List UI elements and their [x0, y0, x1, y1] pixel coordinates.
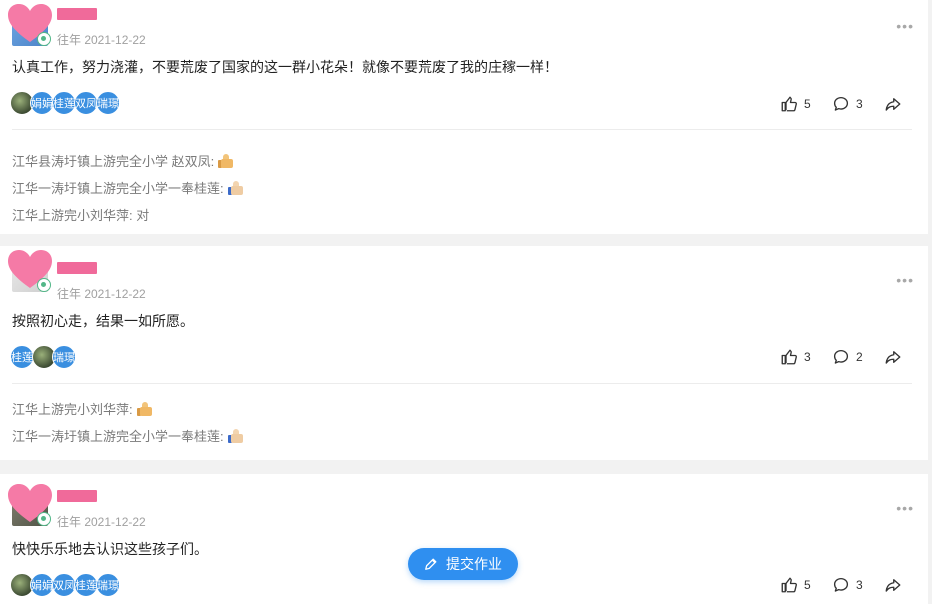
post-date: 往年 2021-12-22: [57, 515, 146, 529]
comment-text: 江华上游完小刘华萍:: [12, 402, 133, 417]
verified-badge-icon: [37, 32, 51, 46]
comment-bubble-icon: [833, 96, 849, 111]
post-actions: 3 2: [760, 347, 908, 367]
comment-text: 江华县涛圩镇上游完全小学 赵双凤:: [12, 154, 215, 169]
author-name-masked: [57, 490, 97, 502]
verified-badge-icon: [37, 278, 51, 292]
comment-bubble-icon: [833, 577, 849, 592]
author-name-masked: [57, 8, 97, 20]
liker-avatar[interactable]: 瑞璟: [96, 573, 120, 597]
comment-button[interactable]: 2: [832, 348, 864, 366]
comment-button[interactable]: 3: [832, 95, 864, 113]
post-card: 往年 2021-12-22 ••• 快快乐乐地去认识这些孩子们。 娟娟 双凤 桂…: [0, 474, 928, 604]
verified-badge-icon: [37, 512, 51, 526]
post-actions: 5 3: [760, 575, 908, 595]
avatar[interactable]: [8, 484, 52, 526]
comment-item[interactable]: 江华上游完小刘华萍:: [12, 395, 244, 422]
like-count: 5: [804, 97, 811, 111]
avatar[interactable]: [8, 4, 52, 46]
post-date: 往年 2021-12-22: [57, 33, 146, 47]
post-content: 快快乐乐地去认识这些孩子们。: [12, 541, 208, 557]
like-count: 3: [804, 350, 811, 364]
thumbs-up-emoji-icon: [218, 153, 234, 168]
liker-avatar[interactable]: 娟娟: [30, 573, 54, 597]
share-arrow-icon: [885, 98, 901, 111]
liker-avatar[interactable]: 瑞璟: [52, 345, 76, 369]
liker-avatar[interactable]: 娟娟: [30, 91, 54, 115]
more-options-icon[interactable]: •••: [896, 272, 914, 288]
more-options-icon[interactable]: •••: [896, 18, 914, 34]
comment-count: 3: [856, 578, 863, 592]
comment-text: 江华上游完小刘华萍: 对: [12, 208, 150, 223]
comment-text: 江华一涛圩镇上游完全小学一奉桂莲:: [12, 429, 224, 444]
post-actions: 5 3: [760, 94, 908, 114]
comment-item[interactable]: 江华一涛圩镇上游完全小学一奉桂莲:: [12, 174, 244, 201]
divider: [12, 129, 912, 130]
comment-list: 江华县涛圩镇上游完全小学 赵双凤: 江华一涛圩镇上游完全小学一奉桂莲: 江华上游…: [12, 147, 244, 228]
like-button[interactable]: 5: [780, 95, 812, 113]
like-count: 5: [804, 578, 811, 592]
liker-avatar[interactable]: 桂莲: [74, 573, 98, 597]
share-button[interactable]: [884, 348, 908, 366]
liker-avatar[interactable]: 双凤: [52, 573, 76, 597]
liker-avatar[interactable]: 桂莲: [52, 91, 76, 115]
liker-avatar[interactable]: 桂莲: [10, 345, 34, 369]
share-arrow-icon: [885, 351, 901, 364]
share-button[interactable]: [884, 576, 908, 594]
comment-list: 江华上游完小刘华萍: 江华一涛圩镇上游完全小学一奉桂莲:: [12, 395, 244, 449]
share-arrow-icon: [885, 579, 901, 592]
comment-button[interactable]: 3: [832, 576, 864, 594]
comment-item[interactable]: 江华上游完小刘华萍: 对: [12, 201, 244, 228]
comment-count: 3: [856, 97, 863, 111]
thumbs-up-emoji-icon: [136, 401, 153, 416]
like-button[interactable]: 5: [780, 576, 812, 594]
thumbs-up-icon: [781, 349, 797, 365]
liker-avatar[interactable]: 瑞璟: [96, 91, 120, 115]
comment-bubble-icon: [833, 349, 849, 364]
pencil-icon: [425, 558, 437, 570]
share-button[interactable]: [884, 95, 908, 113]
thumbs-up-blue-emoji-icon: [227, 428, 244, 443]
thumbs-up-blue-emoji-icon: [227, 180, 244, 195]
submit-homework-button[interactable]: 提交作业: [408, 548, 518, 580]
comment-item[interactable]: 江华一涛圩镇上游完全小学一奉桂莲:: [12, 422, 244, 449]
like-button[interactable]: 3: [780, 348, 812, 366]
comment-text: 江华一涛圩镇上游完全小学一奉桂莲:: [12, 181, 224, 196]
post-content: 按照初心走，结果一如所愿。: [12, 313, 194, 329]
thumbs-up-icon: [781, 577, 797, 593]
more-options-icon[interactable]: •••: [896, 500, 914, 516]
post-content: 认真工作，努力浇灌，不要荒废了国家的这一群小花朵！就像不要荒废了我的庄稼一样！: [12, 59, 558, 75]
thumbs-up-icon: [781, 96, 797, 112]
submit-homework-label: 提交作业: [446, 556, 502, 572]
divider: [12, 383, 912, 384]
comment-item[interactable]: 江华县涛圩镇上游完全小学 赵双凤:: [12, 147, 244, 174]
avatar[interactable]: [8, 250, 52, 292]
comment-count: 2: [856, 350, 863, 364]
liker-avatar[interactable]: 双凤: [74, 91, 98, 115]
author-name-masked: [57, 262, 97, 274]
post-date: 往年 2021-12-22: [57, 287, 146, 301]
post-card: 往年 2021-12-22 ••• 按照初心走，结果一如所愿。 桂莲 瑞璟 3 …: [0, 246, 928, 460]
post-card: 往年 2021-12-22 ••• 认真工作，努力浇灌，不要荒废了国家的这一群小…: [0, 0, 928, 234]
